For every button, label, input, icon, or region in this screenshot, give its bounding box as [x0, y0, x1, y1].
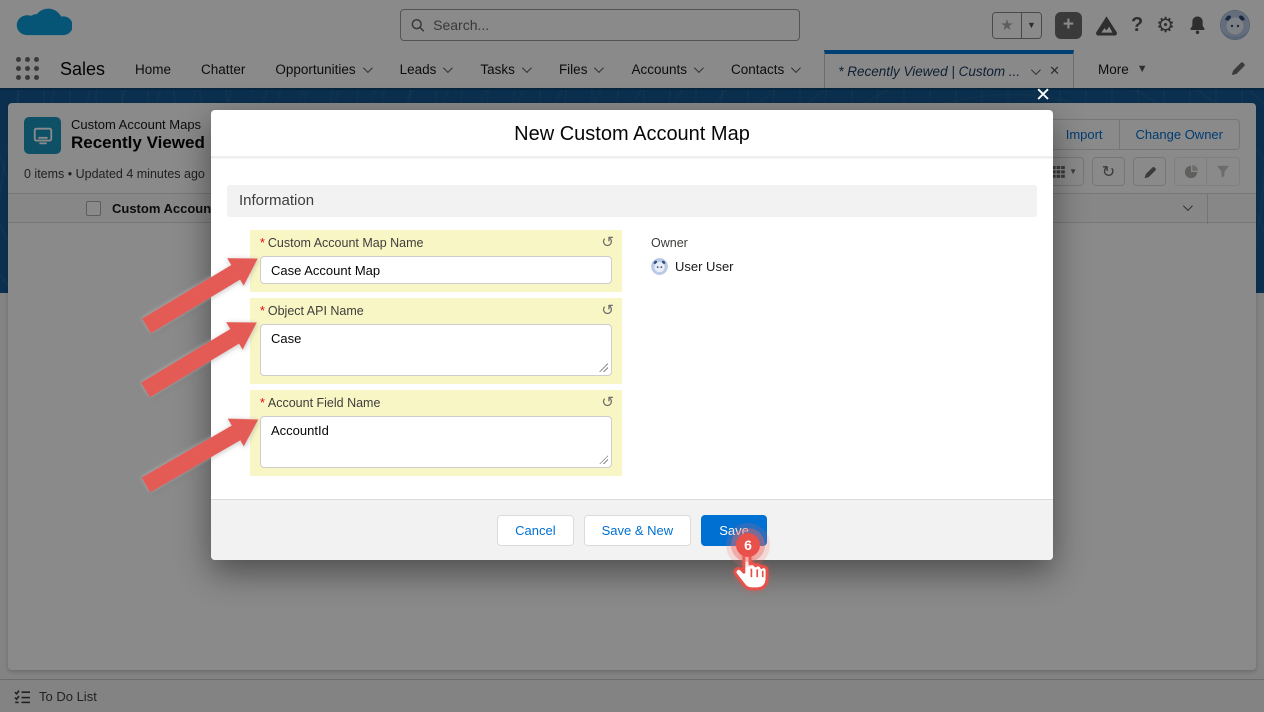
- field-label: Custom Account Map Name: [268, 236, 424, 250]
- new-custom-account-map-modal: ✕ New Custom Account Map Information *Cu…: [211, 110, 1053, 560]
- step-number-badge: 6: [736, 533, 760, 557]
- save-and-new-button[interactable]: Save & New: [584, 515, 692, 546]
- field-account-field-name: *Account Field Name ↺ AccountId: [250, 390, 622, 476]
- field-custom-account-map-name: *Custom Account Map Name ↺: [250, 230, 622, 292]
- resize-grip-icon[interactable]: [599, 455, 608, 464]
- account-field-name-textarea[interactable]: AccountId: [260, 416, 612, 468]
- modal-title: New Custom Account Map: [211, 110, 1053, 158]
- object-api-name-textarea[interactable]: Case: [260, 324, 612, 376]
- field-label: Object API Name: [268, 304, 364, 318]
- required-asterisk: *: [260, 236, 265, 250]
- cancel-button[interactable]: Cancel: [497, 515, 573, 546]
- modal-footer: Cancel Save & New Save: [211, 499, 1053, 560]
- modal-close-icon[interactable]: ✕: [1035, 84, 1051, 107]
- resize-grip-icon[interactable]: [599, 363, 608, 372]
- required-asterisk: *: [260, 396, 265, 410]
- undo-icon[interactable]: ↺: [601, 301, 614, 319]
- information-section-header: Information: [227, 185, 1037, 217]
- field-object-api-name: *Object API Name ↺ Case: [250, 298, 622, 384]
- owner-avatar: [651, 258, 668, 275]
- owner-value[interactable]: User User: [675, 259, 734, 274]
- undo-icon[interactable]: ↺: [601, 393, 614, 411]
- undo-icon[interactable]: ↺: [601, 233, 614, 251]
- field-label: Account Field Name: [268, 396, 381, 410]
- custom-account-map-name-input[interactable]: [260, 256, 612, 284]
- owner-label: Owner: [651, 236, 734, 250]
- required-asterisk: *: [260, 304, 265, 318]
